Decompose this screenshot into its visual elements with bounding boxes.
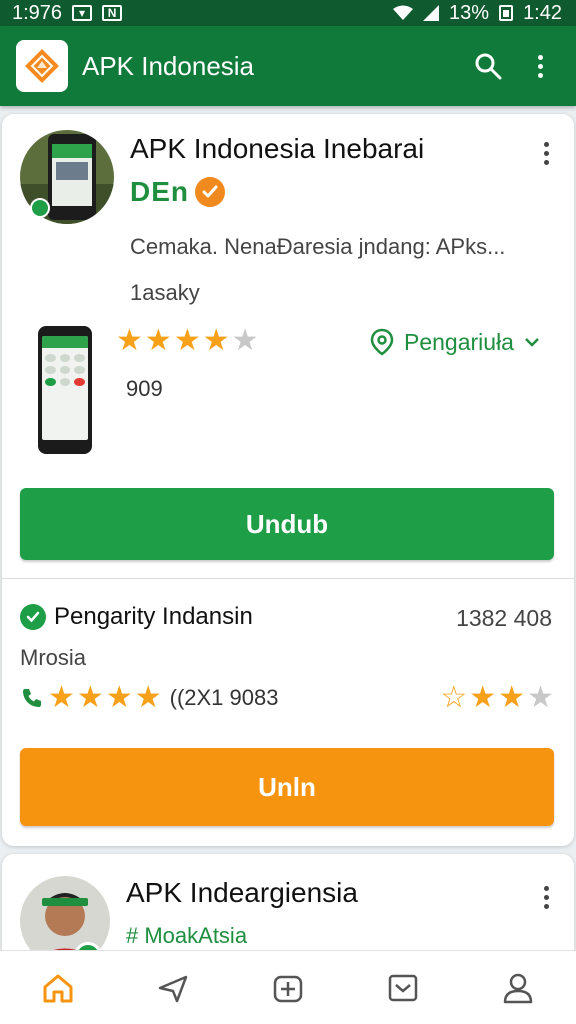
status-bar: 1:976 ▾ N 13% 1:42 [0,0,576,26]
app-logo[interactable] [16,40,68,92]
star-icon: ★ [48,681,75,714]
featured-app-card [2,114,574,846]
second-item-rating-row: ★ ★ ★ ★ ((2X1 9083 [20,683,278,713]
wifi-icon [393,5,414,20]
star-outline-icon: ☆ [440,681,468,714]
add-icon[interactable] [258,958,318,1018]
bottom-navigation [0,950,576,1024]
star-icon: ★ [498,681,526,714]
star-icon: ★ [105,681,133,714]
download-button[interactable]: Undub [20,488,554,560]
chevron-down-icon [525,338,539,347]
send-icon[interactable] [143,958,203,1018]
more-vert-icon[interactable] [518,44,562,88]
second-item-title-row: Pengarity Indansin [20,603,253,631]
developer-name[interactable]: DEn [130,176,189,208]
third-app-tag[interactable]: # MoakAtsia [126,923,247,949]
n-notification-icon: N [102,5,123,21]
star-icon: ★ [144,324,172,357]
featured-subtitle: 1asaky [130,280,200,305]
developer-row: DEn [130,176,225,208]
battery-percent: 13% [449,1,490,24]
location-selector[interactable]: Pengariuła [370,328,540,356]
phone-icon [23,689,41,707]
verified-badge-icon [195,177,225,207]
home-icon[interactable] [28,958,88,1018]
diamond-logo-icon [25,49,59,83]
featured-rating-stars: ★ ★ ★ ★ ★ [116,326,259,356]
featured-app-title: APK Indonesia Inebarai [130,133,425,164]
star-icon: ★ [76,681,104,714]
star-icon: ★ [469,681,497,714]
second-item-subtitle: Mrosia [20,645,87,670]
star-empty-icon: ★ [527,681,554,714]
second-item-count: 1382 408 [456,605,552,631]
second-item-title[interactable]: Pengarity Indansin [54,603,253,631]
star-empty-icon: ★ [231,324,259,357]
check-circle-icon [20,604,46,630]
notification-box-icon: ▾ [72,5,93,21]
signal-icon [423,5,440,21]
app-bar: APK Indonesia [0,26,576,106]
featured-description: Cemaka. NenaƉaresia jndang: APks... [130,234,506,259]
status-time-left: 1:976 [12,1,63,24]
star-icon: ★ [173,324,201,357]
second-item-rating-stars: ☆ ★ ★ ★ [440,683,554,713]
location-pin-icon [370,328,394,356]
profile-icon[interactable] [488,958,548,1018]
inbox-icon[interactable] [373,958,433,1018]
verified-check-icon [30,198,50,218]
open-button[interactable]: Unln [20,748,554,826]
star-icon: ★ [116,324,143,357]
battery-icon [499,5,514,21]
third-more-icon[interactable] [534,882,558,912]
search-icon[interactable] [466,44,510,88]
third-app-title: APK Indearɡiensia [126,877,358,908]
featured-count: 909 [126,376,163,401]
location-label: Pengariuła [404,328,514,355]
status-time-right: 1:42 [523,1,562,24]
second-item-rating-text: ((2X1 9083 [169,685,279,710]
star-icon: ★ [202,324,230,357]
app-title: APK Indonesia [82,50,255,81]
phone-screenshot[interactable] [38,326,92,454]
divider [2,578,574,579]
featured-more-icon[interactable] [534,138,558,168]
star-icon: ★ [134,681,162,714]
